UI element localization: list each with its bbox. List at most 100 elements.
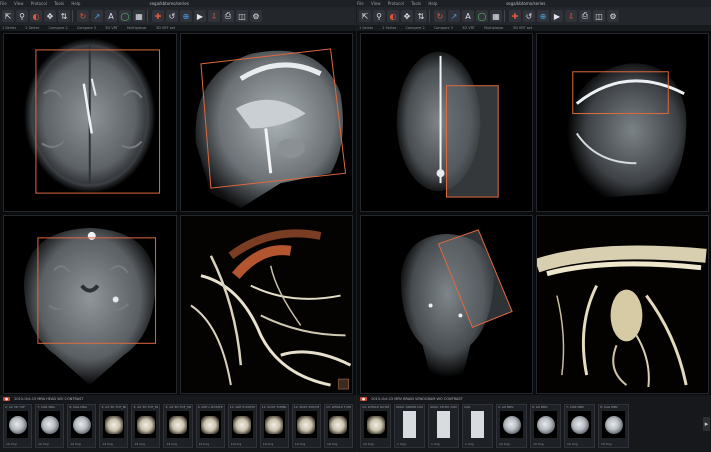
series-thumbnail[interactable]: 14: WHOLE ROTATE 19 Img — [360, 404, 391, 448]
menu-help[interactable]: Help — [71, 1, 80, 6]
mpr-icon[interactable]: ✚ — [509, 10, 521, 22]
crosshair-icon[interactable]: ⊕ — [180, 10, 192, 22]
roi-icon[interactable]: ◯ — [476, 10, 488, 22]
series-thumbnail[interactable]: 2: AX 3D TOF 19 Img — [3, 404, 33, 448]
coronal-viewport[interactable] — [3, 215, 177, 394]
arterial-3d-render — [180, 216, 352, 393]
measure-icon[interactable]: ↗ — [448, 10, 460, 22]
tab-3d-vrt-set[interactable]: 3D VRT set — [156, 26, 175, 30]
series-thumbnail[interactable]: 3: AX 3D TOF_MIP_C 19 Img — [131, 404, 161, 448]
series-thumbnail[interactable]: 8: SAG MRA 19 Img — [67, 404, 97, 448]
axial-viewport[interactable] — [3, 33, 177, 212]
series-thumbnail[interactable]: 4: AX 3D TOF_MIP_S 19 Img — [163, 404, 193, 448]
series-thumbnail[interactable]: 9999: ORDER DOCS 1 Img — [394, 404, 425, 448]
series-thumbnail[interactable]: 2: AX MRV 19 Img — [496, 404, 527, 448]
series-thumbnail[interactable]: 7: COR MRA 19 Img — [35, 404, 65, 448]
tab-compare-3[interactable]: Compare 3 — [434, 26, 453, 30]
tab-multiplanar[interactable]: Multiplanar — [484, 26, 504, 30]
print-icon[interactable]: ⎙ — [222, 10, 234, 22]
menu-help[interactable]: Help — [428, 1, 437, 6]
series-thumbnail[interactable]: 9999: STUDY DOCS 1 Img — [428, 404, 459, 448]
rotate-icon[interactable]: ↺ — [523, 10, 535, 22]
tab-multiplanar[interactable]: Multiplanar — [127, 26, 147, 30]
reset-icon[interactable]: ↻ — [77, 10, 89, 22]
tab-2-series[interactable]: 2 Series — [382, 26, 396, 30]
series-thumbnail[interactable]: 12: POST ROTATE 19 Img — [291, 404, 321, 448]
rotate-icon[interactable]: ↺ — [166, 10, 178, 22]
series-thumbnail[interactable]: 7: COR MRV 19 Img — [564, 404, 595, 448]
reset-icon[interactable]: ↻ — [434, 10, 446, 22]
thumbnail-image — [364, 411, 387, 438]
menu-file[interactable]: File — [0, 1, 7, 6]
series-thumbnail[interactable]: 9: ANT L ROTATE 19 Img — [195, 404, 225, 448]
layout-icon[interactable]: ▦ — [490, 10, 502, 22]
menu-file[interactable]: File — [357, 1, 364, 6]
menu-protocol[interactable]: Protocol — [31, 1, 47, 6]
axial-mrv-viewport[interactable] — [360, 33, 533, 212]
annotate-icon[interactable]: A — [462, 10, 474, 22]
pan-tool-icon[interactable]: ✥ — [44, 10, 56, 22]
tab-1-series[interactable]: 1 Series — [2, 26, 16, 30]
window-level-icon[interactable]: ◐ — [30, 10, 42, 22]
window-level-icon[interactable]: ◐ — [387, 10, 399, 22]
vessel-3d-viewport[interactable] — [179, 215, 353, 394]
thumbnail-label: 4: AX 3D TOF_MIP_S — [165, 405, 191, 409]
venous-3d-viewport[interactable] — [536, 215, 709, 394]
roi-icon[interactable]: ◯ — [119, 10, 131, 22]
scroll-tool-icon[interactable]: ⇅ — [415, 10, 427, 22]
thumbnail-preview — [201, 415, 220, 434]
thumbnail-list: 2: AX 3D TOF 19 Img 7: COR MRA 19 Img 8: SAG… — [0, 404, 356, 448]
export-icon[interactable]: ⇩ — [208, 10, 220, 22]
compare-icon[interactable]: ◫ — [593, 10, 605, 22]
tab-2-series[interactable]: 2 Series — [25, 26, 39, 30]
crosshair-icon[interactable]: ⊕ — [537, 10, 549, 22]
menu-tools[interactable]: Tools — [54, 1, 64, 6]
thumbnail-label: 13: WHOLE TUMBLE — [325, 405, 351, 409]
menu-view[interactable]: View — [14, 1, 24, 6]
menu-view[interactable]: View — [371, 1, 381, 6]
tab-compare-3[interactable]: Compare 3 — [77, 26, 96, 30]
tab-3d-vrt-set[interactable]: 3D VRT set — [513, 26, 532, 30]
series-thumbnail[interactable]: CAD 1 Img — [462, 404, 493, 448]
menu-protocol[interactable]: Protocol — [388, 1, 404, 6]
thumbnail-preview — [233, 415, 252, 434]
tab-3d-vrt[interactable]: 3D VRT — [462, 26, 475, 30]
axial-brain-image — [23, 37, 161, 194]
thumbnail-image — [71, 411, 93, 438]
tab-3d-vrt[interactable]: 3D VRT — [105, 26, 118, 30]
menu-tools[interactable]: Tools — [411, 1, 421, 6]
cine-icon[interactable]: ▶ — [194, 10, 206, 22]
settings-icon[interactable]: ⚙ — [250, 10, 262, 22]
settings-icon[interactable]: ⚙ — [607, 10, 619, 22]
tab-compare-2[interactable]: Compare 2 — [48, 26, 67, 30]
print-icon[interactable]: ⎙ — [579, 10, 591, 22]
coronal-mrv-viewport[interactable] — [360, 215, 533, 394]
right-monitor: File View Protocol Tools Help sega/kbtom… — [356, 0, 711, 452]
series-thumbnail[interactable]: 11: POST TUMBLE 19 Img — [259, 404, 289, 448]
export-icon[interactable]: ⇩ — [565, 10, 577, 22]
layout-icon[interactable]: ▦ — [133, 10, 145, 22]
zoom-tool-icon[interactable]: ⚲ — [373, 10, 385, 22]
series-thumbnail[interactable]: 10: ANT R ROTATE 19 Img — [227, 404, 257, 448]
zoom-tool-icon[interactable]: ⚲ — [16, 10, 28, 22]
tab-compare-2[interactable]: Compare 2 — [405, 26, 424, 30]
series-thumbnail[interactable]: 6: AX MRV 19 Img — [530, 404, 561, 448]
coronal-brain-image — [23, 227, 157, 386]
cine-icon[interactable]: ▶ — [551, 10, 563, 22]
compare-icon[interactable]: ◫ — [236, 10, 248, 22]
series-thumbnail[interactable]: 3: AX 3D TOF_MIP_C 19 Img — [99, 404, 129, 448]
sagittal-mrv-viewport[interactable] — [536, 33, 709, 212]
thumbnail-preview — [329, 415, 348, 434]
strip-scroll-right-icon[interactable]: ▸ — [703, 417, 710, 431]
tab-1-series[interactable]: 1 Series — [359, 26, 373, 30]
pan-tool-icon[interactable]: ✥ — [401, 10, 413, 22]
sagittal-viewport[interactable] — [179, 33, 353, 212]
measure-icon[interactable]: ↗ — [91, 10, 103, 22]
scroll-tool-icon[interactable]: ⇅ — [58, 10, 70, 22]
select-tool-icon[interactable]: ⇱ — [2, 10, 14, 22]
mpr-icon[interactable]: ✚ — [152, 10, 164, 22]
annotate-icon[interactable]: A — [105, 10, 117, 22]
select-tool-icon[interactable]: ⇱ — [359, 10, 371, 22]
series-thumbnail[interactable]: 8: SAG MRV 19 Img — [598, 404, 629, 448]
series-thumbnail[interactable]: 13: WHOLE TUMBLE 19 Img — [323, 404, 354, 448]
